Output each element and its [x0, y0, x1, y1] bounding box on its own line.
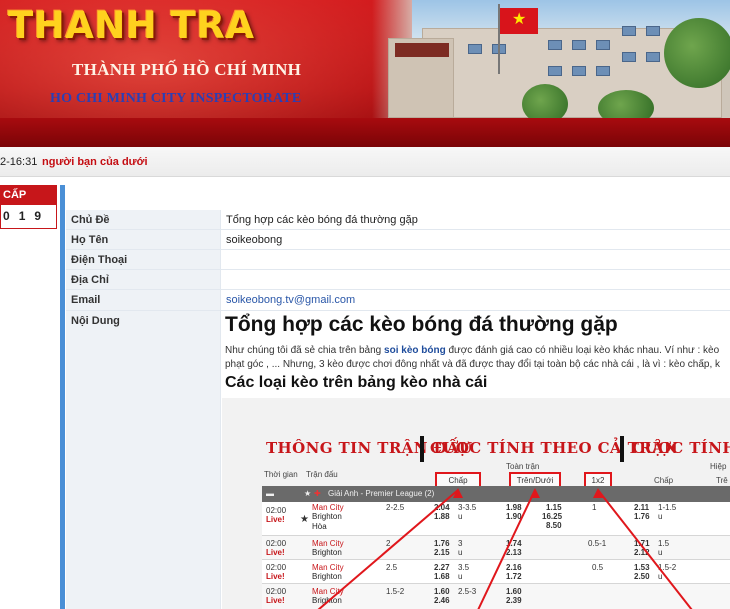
- ticker-link[interactable]: người bạn của dưới: [42, 156, 148, 168]
- question-detail-table: Chủ Đề Tổng hợp các kèo bóng đá thường g…: [66, 210, 730, 609]
- inline-link[interactable]: soi kèo bóng: [384, 345, 446, 356]
- detail-value: soikeobong: [220, 230, 730, 249]
- banner-band: [0, 118, 730, 147]
- window-icon: [572, 40, 586, 50]
- paragraph-text: phạt góc , ... Nhưng, 3 kèo được chơi đô…: [225, 359, 721, 370]
- detail-label: Nội Dung: [66, 311, 220, 609]
- detail-row-name: Họ Tên soikeobong: [66, 230, 730, 250]
- odds-table-image: THÔNG TIN TRẬN ĐẤU CƯỢC TÍNH THEO CẢ TRẬ…: [222, 398, 730, 609]
- detail-content: Tổng hợp các kèo bóng đá thường gặp Như …: [220, 311, 730, 609]
- counter-digit: 1: [18, 209, 26, 223]
- tree-icon: [664, 18, 730, 88]
- article-content: Tổng hợp các kèo bóng đá thường gặp Như …: [225, 311, 730, 392]
- window-icon: [622, 52, 636, 62]
- article-subtitle: Các loại kèo trên bảng kèo nhà cái: [225, 374, 488, 391]
- detail-label: Họ Tên: [66, 230, 220, 249]
- window-icon: [646, 52, 660, 62]
- detail-row-address: Địa Chỉ: [66, 270, 730, 290]
- detail-value: [220, 270, 730, 289]
- tree-icon: [522, 84, 568, 118]
- window-icon: [548, 66, 562, 76]
- window-icon: [622, 26, 636, 36]
- counter-digit: 9: [34, 209, 42, 223]
- email-link[interactable]: soikeobong.tv@gmail.com: [226, 294, 355, 306]
- detail-value: soikeobong.tv@gmail.com: [220, 290, 730, 310]
- article-title: Tổng hợp các kèo bóng đá thường gặp: [225, 313, 618, 336]
- detail-row-content: Nội Dung Tổng hợp các kèo bóng đá thường…: [66, 311, 730, 609]
- counter-digit: 0: [3, 209, 10, 223]
- site-header-banner: THANH TRA THÀNH PHỐ HỒ CHÍ MINH HO CHI M…: [0, 0, 730, 147]
- arrow-over-under: [477, 489, 536, 609]
- ticker-time: 2-16:31: [0, 156, 38, 168]
- detail-row-phone: Điện Thoại: [66, 250, 730, 270]
- detail-value: [220, 250, 730, 269]
- arrowhead-icon: [530, 488, 540, 498]
- building-photo: ★: [372, 0, 730, 118]
- visitor-counter-box: CẤP 0 1 9: [0, 185, 57, 229]
- detail-label: Điện Thoại: [66, 250, 220, 269]
- arrow-1x2: [597, 489, 693, 609]
- annotation-arrows: [317, 488, 693, 609]
- window-icon: [596, 66, 610, 76]
- article-paragraph: Như chúng tôi đã sẻ chia trên bảng soi k…: [225, 344, 730, 372]
- detail-label: Địa Chỉ: [66, 270, 220, 289]
- window-icon: [572, 66, 586, 76]
- building-gate: [388, 38, 454, 118]
- window-icon: [548, 40, 562, 50]
- arrow-handicap: [317, 489, 459, 609]
- paragraph-text: được đánh giá cao có nhiều loại kèo khác…: [445, 345, 720, 356]
- paragraph-text: Như chúng tôi đã sẻ chia trên bảng: [225, 345, 385, 356]
- tree-icon: [598, 90, 654, 118]
- detail-label: Email: [66, 290, 220, 310]
- sidebar-divider: [60, 185, 65, 609]
- city-name-vietnamese: THÀNH PHỐ HỒ CHÍ MINH: [72, 60, 302, 79]
- detail-value: Tổng hợp các kèo bóng đá thường gặp: [220, 210, 730, 229]
- detail-row-subject: Chủ Đề Tổng hợp các kèo bóng đá thường g…: [66, 210, 730, 230]
- site-logo[interactable]: THANH TRA: [8, 4, 255, 47]
- detail-label: Chủ Đề: [66, 210, 220, 229]
- detail-row-email: Email soikeobong.tv@gmail.com: [66, 290, 730, 311]
- window-icon: [596, 40, 610, 50]
- visitor-counter-header: CẤP: [1, 186, 56, 205]
- vietnam-flag-icon: ★: [500, 8, 538, 34]
- window-icon: [646, 26, 660, 36]
- city-name-english: HO CHI MINH CITY INSPECTORATE: [50, 91, 302, 106]
- visitor-counter: 0 1 9: [1, 205, 56, 229]
- news-ticker: 2-16:31 người bạn của dưới: [0, 147, 730, 177]
- building-sign: [395, 43, 449, 57]
- window-icon: [468, 44, 482, 54]
